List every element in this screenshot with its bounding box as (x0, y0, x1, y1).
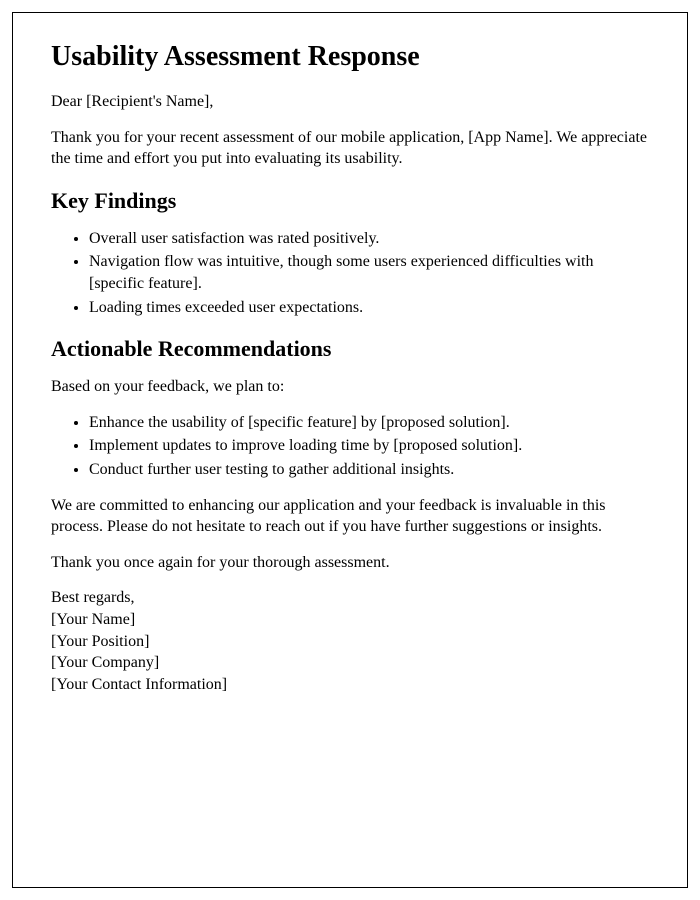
list-item: Enhance the usability of [specific featu… (89, 412, 649, 434)
recommendations-list: Enhance the usability of [specific featu… (89, 412, 649, 481)
list-item: Navigation flow was intuitive, though so… (89, 251, 649, 294)
recommendations-intro: Based on your feedback, we plan to: (51, 376, 649, 398)
signature-position: [Your Position] (51, 631, 649, 653)
closing: Best regards, (51, 587, 649, 609)
findings-list: Overall user satisfaction was rated posi… (89, 228, 649, 318)
page-title: Usability Assessment Response (51, 41, 649, 73)
document-container: Usability Assessment Response Dear [Reci… (12, 12, 688, 888)
signature-block: Best regards, [Your Name] [Your Position… (51, 587, 649, 695)
greeting: Dear [Recipient's Name], (51, 91, 649, 113)
list-item: Overall user satisfaction was rated posi… (89, 228, 649, 250)
list-item: Loading times exceeded user expectations… (89, 297, 649, 319)
commitment-paragraph: We are committed to enhancing our applic… (51, 495, 649, 538)
thanks-paragraph: Thank you once again for your thorough a… (51, 552, 649, 574)
list-item: Implement updates to improve loading tim… (89, 435, 649, 457)
findings-heading: Key Findings (51, 188, 649, 214)
signature-contact: [Your Contact Information] (51, 674, 649, 696)
recommendations-heading: Actionable Recommendations (51, 336, 649, 362)
signature-company: [Your Company] (51, 652, 649, 674)
list-item: Conduct further user testing to gather a… (89, 459, 649, 481)
intro-paragraph: Thank you for your recent assessment of … (51, 127, 649, 170)
signature-name: [Your Name] (51, 609, 649, 631)
